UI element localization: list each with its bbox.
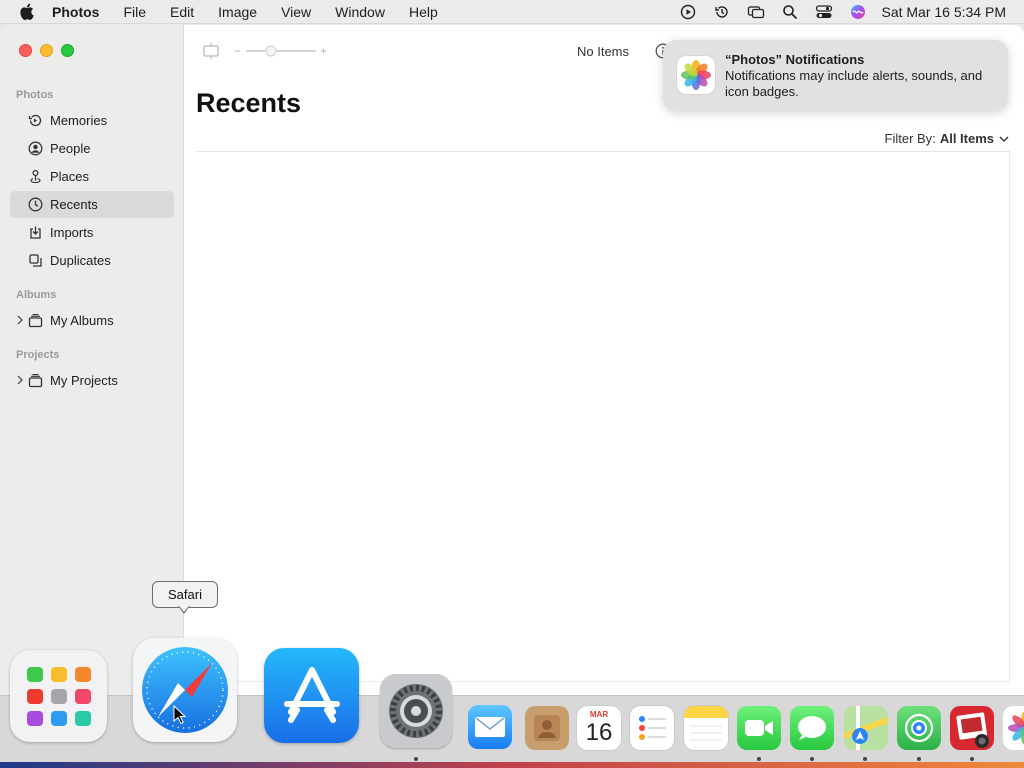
sidebar-item-label: Places xyxy=(50,169,90,184)
filter-value: All Items xyxy=(939,131,994,146)
sidebar-item-memories[interactable]: Memories xyxy=(10,107,174,134)
time-machine-icon[interactable] xyxy=(705,0,739,24)
messages-icon[interactable] xyxy=(790,706,834,750)
menu-edit[interactable]: Edit xyxy=(158,4,206,20)
chevron-right-icon[interactable] xyxy=(14,374,26,386)
page-title: Recents xyxy=(196,88,302,118)
menu-photos[interactable]: Photos xyxy=(52,4,111,20)
running-indicator xyxy=(917,757,921,761)
photos-dock-icon[interactable] xyxy=(1003,706,1024,750)
sidebar-item-imports[interactable]: Imports xyxy=(10,219,174,246)
dock-tooltip: Safari xyxy=(152,581,218,608)
calendar-day: 16 xyxy=(585,719,613,746)
maps-icon[interactable] xyxy=(844,706,888,750)
menu-image[interactable]: Image xyxy=(206,4,269,20)
system-settings-icon[interactable] xyxy=(380,674,452,748)
siri-icon[interactable] xyxy=(841,0,875,24)
sidebar-item-duplicates[interactable]: Duplicates xyxy=(10,247,174,274)
sidebar-item-label: Imports xyxy=(50,225,94,240)
screen-mirroring-icon[interactable] xyxy=(739,0,773,24)
sidebar-item-label: My Projects xyxy=(50,373,118,388)
sidebar-item-label: Duplicates xyxy=(50,253,111,268)
running-indicator xyxy=(970,757,974,761)
sidebar-item-recents[interactable]: Recents xyxy=(10,191,174,218)
menubar-clock[interactable]: Sat Mar 16 5:34 PM xyxy=(875,4,1024,20)
zoom-window-button[interactable] xyxy=(61,44,74,57)
running-indicator xyxy=(863,757,867,761)
import-icon xyxy=(26,224,44,242)
photo-booth-icon[interactable] xyxy=(950,706,994,750)
project-stack-icon xyxy=(26,372,44,390)
chevron-right-icon[interactable] xyxy=(14,314,26,326)
photos-app-icon xyxy=(677,56,715,94)
duplicates-icon xyxy=(26,252,44,270)
reminders-icon[interactable] xyxy=(630,706,674,750)
clock-icon xyxy=(26,196,44,214)
item-count-label: No Items xyxy=(577,44,630,59)
filter-dropdown[interactable]: Filter By: All Items xyxy=(885,131,1010,146)
find-my-icon[interactable] xyxy=(897,706,941,750)
sidebar-item-label: People xyxy=(50,141,91,156)
aspect-ratio-icon[interactable] xyxy=(201,41,221,66)
sidebar-section-projects: Projects xyxy=(16,349,60,361)
minimize-window-button[interactable] xyxy=(40,44,53,57)
sidebar-section-photos: Photos xyxy=(16,89,54,101)
desktop-wallpaper-strip xyxy=(0,762,1024,768)
apple-menu-icon[interactable] xyxy=(0,3,52,20)
menu-file[interactable]: File xyxy=(111,4,158,20)
photo-grid-area[interactable] xyxy=(196,152,1010,682)
play-icon[interactable] xyxy=(671,0,705,24)
menu-bar: Photos File Edit Image View Window Help … xyxy=(0,0,1024,24)
album-stack-icon xyxy=(26,312,44,330)
running-indicator xyxy=(757,757,761,761)
running-indicator xyxy=(414,757,418,761)
menu-window[interactable]: Window xyxy=(323,4,397,20)
zoom-slider[interactable] xyxy=(233,44,333,63)
contacts-icon[interactable] xyxy=(525,706,569,750)
notification-title: “Photos” Notifications xyxy=(725,52,865,67)
sidebar-item-label: Recents xyxy=(50,197,98,212)
sidebar-item-my-projects[interactable]: My Projects xyxy=(10,367,174,394)
calendar-icon[interactable]: MAR 16 xyxy=(577,706,621,750)
spotlight-search-icon[interactable] xyxy=(773,0,807,24)
window-controls xyxy=(19,44,74,57)
person-circle-icon xyxy=(26,140,44,158)
control-center-icon[interactable] xyxy=(807,0,841,24)
menu-help[interactable]: Help xyxy=(397,4,450,20)
launchpad-icon[interactable] xyxy=(10,650,107,742)
mail-icon[interactable] xyxy=(468,705,512,749)
memories-icon xyxy=(26,112,44,130)
sidebar-item-places[interactable]: Places xyxy=(10,163,174,190)
close-window-button[interactable] xyxy=(19,44,32,57)
sidebar-item-my-albums[interactable]: My Albums xyxy=(10,307,174,334)
map-pin-icon xyxy=(26,168,44,186)
notification-banner[interactable]: “Photos” Notifications Notifications may… xyxy=(663,40,1008,111)
notes-icon[interactable] xyxy=(684,706,728,750)
sidebar-section-albums: Albums xyxy=(16,289,57,301)
chevron-down-icon xyxy=(999,136,1009,142)
app-store-icon[interactable] xyxy=(264,648,359,743)
sidebar-item-label: My Albums xyxy=(50,313,114,328)
sidebar-item-people[interactable]: People xyxy=(10,135,174,162)
facetime-icon[interactable] xyxy=(737,706,781,750)
menu-view[interactable]: View xyxy=(269,4,323,20)
notification-body: Notifications may include alerts, sounds… xyxy=(725,68,983,99)
sidebar-item-label: Memories xyxy=(50,113,108,128)
tooltip-pointer-fill xyxy=(179,606,189,612)
running-indicator xyxy=(810,757,814,761)
mouse-cursor-icon xyxy=(173,704,187,730)
filter-label: Filter By: xyxy=(884,131,936,146)
